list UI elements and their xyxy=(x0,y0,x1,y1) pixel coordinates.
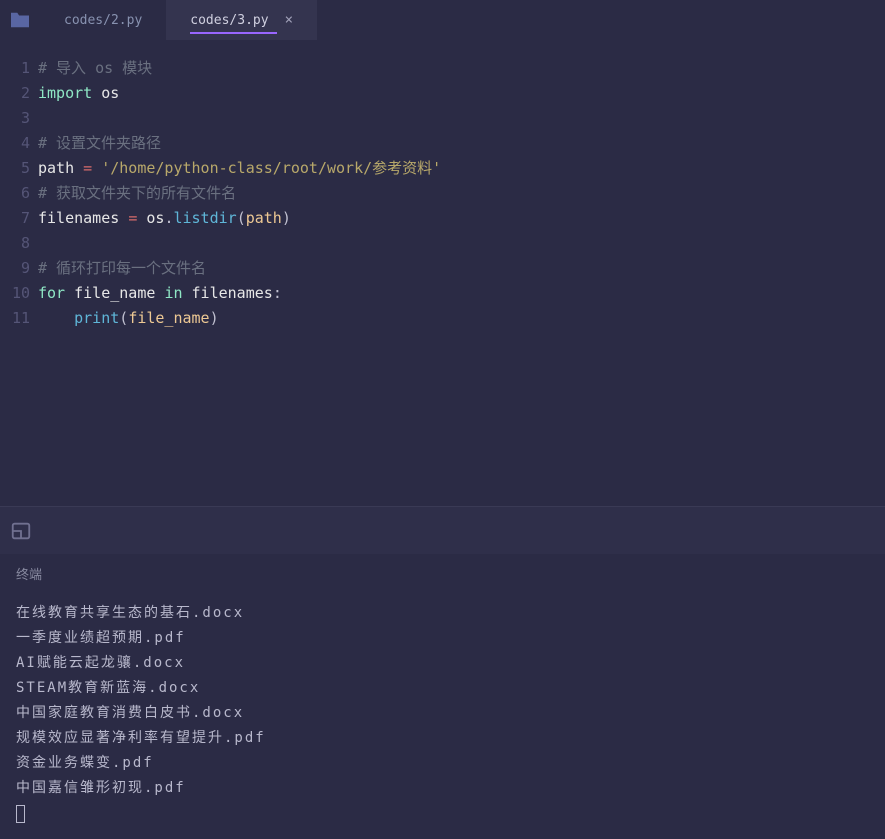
line-number: 2 xyxy=(0,81,38,106)
line-number: 11 xyxy=(0,306,38,331)
terminal-line: AI赋能云起龙骧.docx xyxy=(16,651,869,676)
terminal-line: 资金业务蝶变.pdf xyxy=(16,751,869,776)
code-line: # 设置文件夹路径 xyxy=(38,131,885,156)
code-line: # 导入 os 模块 xyxy=(38,56,885,81)
terminal-cursor xyxy=(16,805,25,823)
code-line: path = '/home/python-class/root/work/参考资… xyxy=(38,156,885,181)
terminal-output: 在线教育共享生态的基石.docx一季度业绩超预期.pdfAI赋能云起龙骧.doc… xyxy=(16,601,869,801)
line-number: 8 xyxy=(0,231,38,256)
line-number: 7 xyxy=(0,206,38,231)
panel-toggle-icon[interactable] xyxy=(10,520,32,542)
tabs-container: codes/2.py codes/3.py × xyxy=(40,0,317,40)
code-area[interactable]: # 导入 os 模块import os # 设置文件夹路径path = '/ho… xyxy=(38,40,885,506)
line-gutter: 1234567891011 xyxy=(0,40,38,506)
close-icon[interactable]: × xyxy=(285,12,293,28)
panel-toolbar xyxy=(0,506,885,554)
terminal-line: 规模效应显著净利率有望提升.pdf xyxy=(16,726,869,751)
line-number: 6 xyxy=(0,181,38,206)
code-line: filenames = os.listdir(path) xyxy=(38,206,885,231)
code-line: import os xyxy=(38,81,885,106)
line-number: 4 xyxy=(0,131,38,156)
tab-codes-2-py[interactable]: codes/2.py xyxy=(40,0,166,40)
tab-label: codes/2.py xyxy=(64,13,142,28)
tab-bar: codes/2.py codes/3.py × xyxy=(0,0,885,40)
code-line: # 获取文件夹下的所有文件名 xyxy=(38,181,885,206)
terminal-panel[interactable]: 终端 在线教育共享生态的基石.docx一季度业绩超预期.pdfAI赋能云起龙骧.… xyxy=(0,554,885,839)
folder-icon xyxy=(9,11,31,29)
terminal-line: 中国嘉信雏形初现.pdf xyxy=(16,776,869,801)
line-number: 10 xyxy=(0,281,38,306)
explorer-toggle[interactable] xyxy=(0,0,40,40)
terminal-line: 在线教育共享生态的基石.docx xyxy=(16,601,869,626)
code-line: for file_name in filenames: xyxy=(38,281,885,306)
code-line xyxy=(38,231,885,256)
code-line xyxy=(38,106,885,131)
terminal-line: 一季度业绩超预期.pdf xyxy=(16,626,869,651)
line-number: 9 xyxy=(0,256,38,281)
terminal-line: STEAM教育新蓝海.docx xyxy=(16,676,869,701)
editor[interactable]: 1234567891011 # 导入 os 模块import os # 设置文件… xyxy=(0,40,885,506)
line-number: 5 xyxy=(0,156,38,181)
terminal-title: 终端 xyxy=(16,564,869,583)
tab-label: codes/3.py xyxy=(190,13,268,28)
code-line: print(file_name) xyxy=(38,306,885,331)
line-number: 1 xyxy=(0,56,38,81)
tab-codes-3-py[interactable]: codes/3.py × xyxy=(166,0,317,40)
line-number: 3 xyxy=(0,106,38,131)
code-line: # 循环打印每一个文件名 xyxy=(38,256,885,281)
terminal-line: 中国家庭教育消费白皮书.docx xyxy=(16,701,869,726)
